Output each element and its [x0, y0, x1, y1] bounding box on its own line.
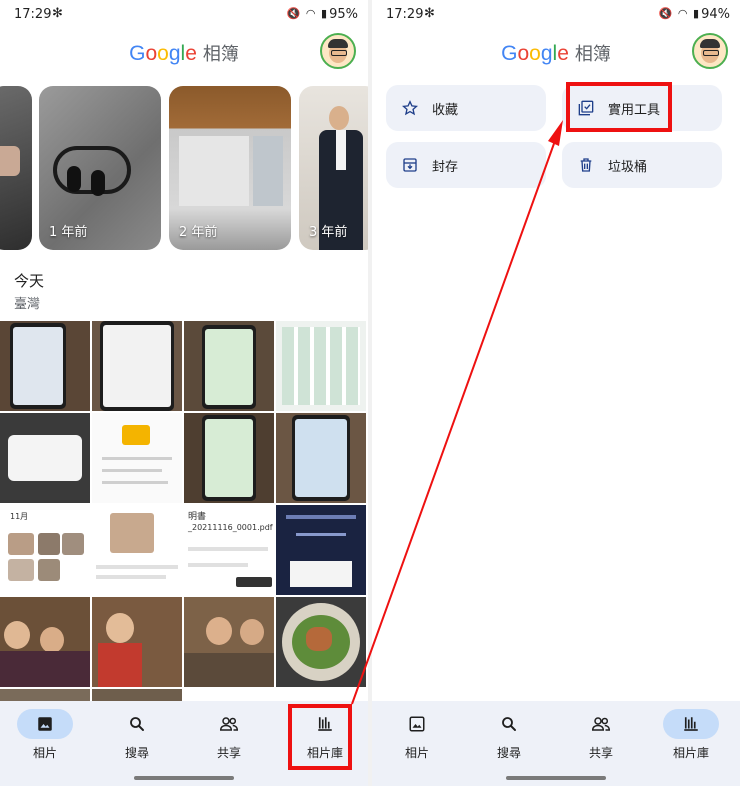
annotation-arrow — [351, 120, 563, 705]
